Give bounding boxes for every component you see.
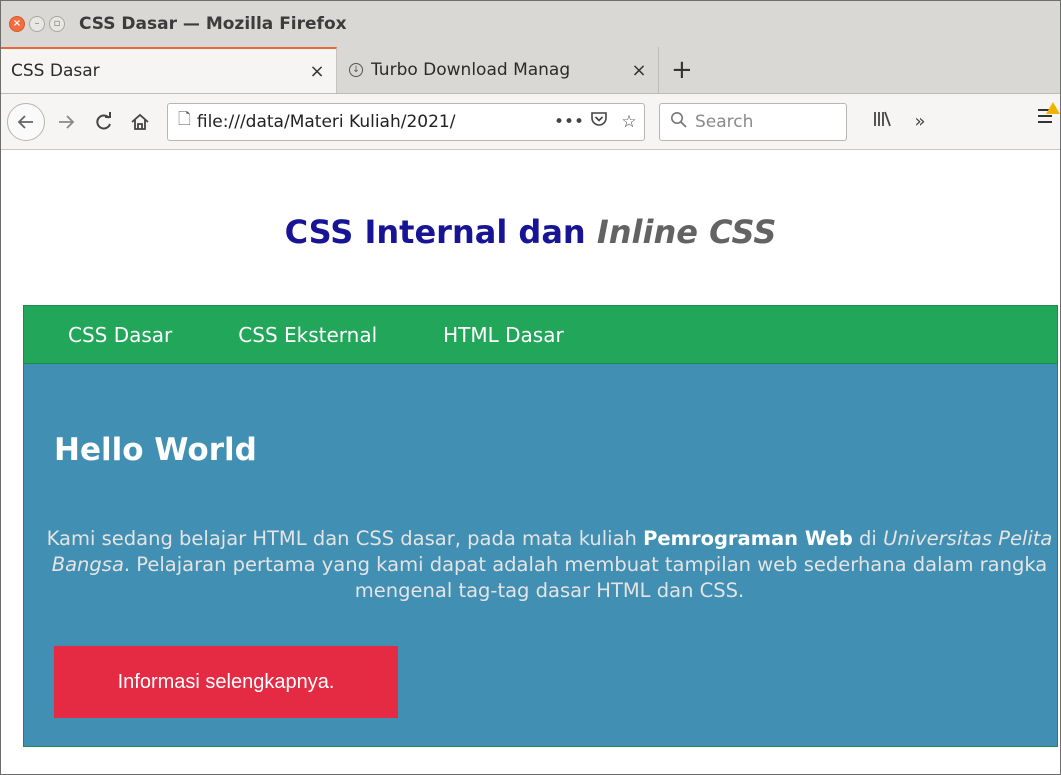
url-bar[interactable]: 🗋 file:///data/Materi Kuliah/2021/ ••• ☆ [167, 102, 645, 141]
page-actions-icon[interactable]: ••• [554, 112, 584, 132]
magnifier-icon [671, 111, 687, 128]
back-arrow-icon [17, 114, 33, 129]
window-controls: × – ▫ [9, 15, 65, 32]
forward-button[interactable] [49, 112, 83, 132]
update-warning-icon [1046, 102, 1060, 114]
page-viewport: CSS Internal dan Inline CSS CSS Dasar CS… [1, 151, 1060, 774]
tab-label: CSS Dasar [11, 61, 100, 81]
menu-link-css-dasar[interactable]: CSS Dasar [68, 323, 172, 347]
para-part2: di [852, 527, 884, 550]
window-maximize-button[interactable]: ▫ [49, 15, 65, 32]
para-part1: Kami sedang belajar HTML dan CSS dasar, … [46, 527, 644, 550]
tab-strip: CSS Dasar × ↓ Turbo Download Manag × + [1, 44, 1060, 94]
hello-heading: Hello World [54, 432, 257, 468]
library-icon[interactable] [863, 110, 901, 133]
menu-link-html-dasar[interactable]: HTML Dasar [443, 323, 564, 347]
page-icon: 🗋 [178, 109, 191, 128]
tab-close-icon[interactable]: × [304, 61, 330, 82]
toolbar-icons: » [863, 110, 939, 133]
more-info-button[interactable]: Informasi selengkapnya. [54, 646, 398, 718]
window-title: CSS Dasar — Mozilla Firefox [79, 13, 347, 34]
heading-main: CSS Internal dan [284, 213, 597, 251]
heading-italic: Inline CSS [596, 213, 777, 251]
library-shape-icon [874, 111, 891, 127]
page-heading: CSS Internal dan Inline CSS [1, 213, 1060, 251]
overflow-chevron-icon[interactable]: » [901, 111, 939, 132]
window-close-button[interactable]: × [9, 15, 25, 32]
url-text[interactable]: file:///data/Materi Kuliah/2021/ [197, 112, 554, 132]
browser-window: × – ▫ CSS Dasar — Mozilla Firefox CSS Da… [0, 0, 1061, 775]
navigation-bar: 🗋 file:///data/Materi Kuliah/2021/ ••• ☆… [1, 94, 1060, 150]
search-icon [670, 111, 687, 133]
reload-icon [96, 111, 111, 129]
content-box: CSS Dasar CSS Eksternal HTML Dasar Hello… [23, 305, 1058, 747]
para-bold: Pemrograman Web [643, 527, 853, 550]
search-bar[interactable]: Search [659, 102, 847, 141]
pocket-icon[interactable] [584, 110, 614, 133]
tab-turbo-download-manager[interactable]: ↓ Turbo Download Manag × [337, 47, 659, 93]
home-icon [131, 113, 149, 130]
intro-paragraph: Kami sedang belajar HTML dan CSS dasar, … [42, 526, 1057, 604]
tab-label: Turbo Download Manag [371, 60, 571, 80]
search-placeholder: Search [695, 111, 754, 132]
para-part3: . Pelajaran pertama yang kami dapat adal… [123, 553, 1048, 602]
forward-arrow-icon [59, 114, 75, 129]
bookmark-star-icon[interactable]: ☆ [614, 112, 644, 132]
new-tab-button[interactable]: + [671, 47, 693, 93]
page-menu: CSS Dasar CSS Eksternal HTML Dasar [24, 306, 1057, 364]
back-button[interactable] [7, 102, 45, 141]
reload-button[interactable] [87, 111, 121, 132]
home-button[interactable] [123, 112, 157, 132]
tab-close-icon[interactable]: × [626, 60, 652, 81]
menu-link-css-eksternal[interactable]: CSS Eksternal [238, 323, 377, 347]
pocket-shape-icon [591, 112, 607, 126]
window-minimize-button[interactable]: – [29, 15, 45, 32]
tab-css-dasar[interactable]: CSS Dasar × [1, 47, 337, 93]
download-icon: ↓ [349, 63, 363, 77]
title-bar: × – ▫ CSS Dasar — Mozilla Firefox [1, 1, 1060, 47]
hamburger-menu-button[interactable] [1036, 102, 1060, 131]
